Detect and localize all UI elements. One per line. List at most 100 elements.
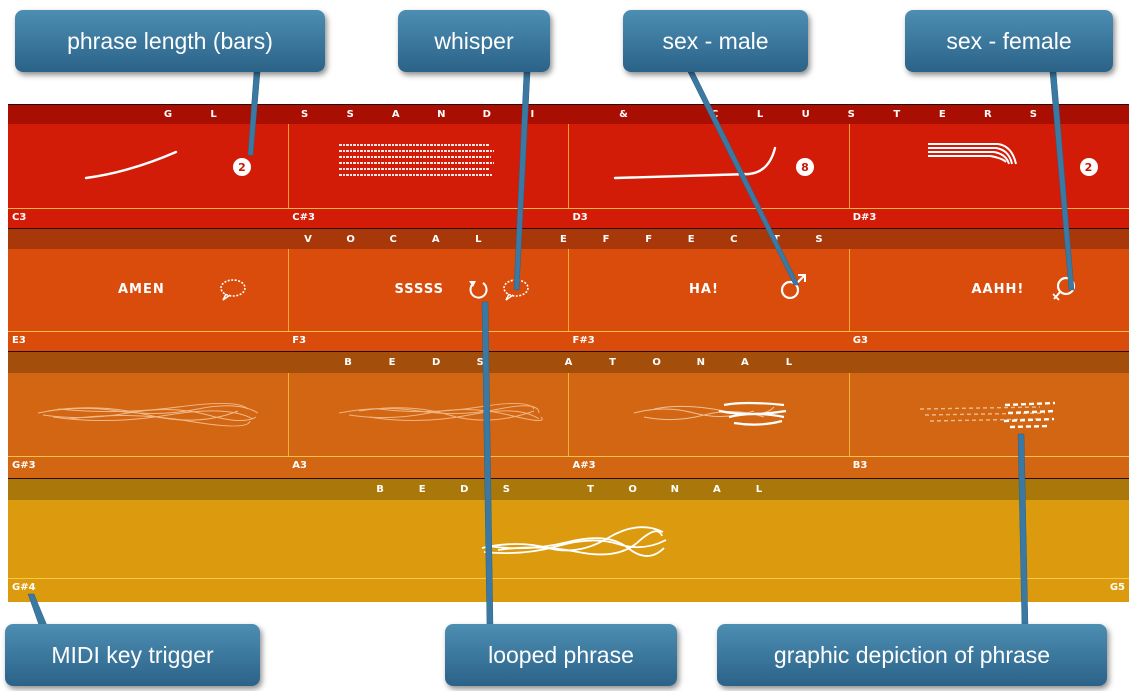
header-letter: E [687, 233, 695, 245]
phrase-text: AMEN [118, 282, 165, 297]
glissando-fall-graphic [927, 143, 1017, 165]
header-letter: L [755, 484, 763, 495]
female-symbol-icon [1051, 276, 1075, 301]
header-letter: O [346, 233, 355, 245]
pad-row-vocal-effects: AMEN SSSSS HA! AAHH! [8, 249, 1129, 331]
midi-key-label: E3 [12, 335, 26, 346]
header-letter: O [628, 484, 637, 495]
phrase-length-badge: 2 [233, 158, 251, 176]
atonal-bed-graphic [338, 403, 543, 422]
header-letter: A [713, 484, 721, 495]
header-letter: C [730, 233, 738, 245]
midi-key-label: B3 [852, 460, 868, 471]
pad-g-sharp-3[interactable] [8, 373, 289, 456]
header-letter: C [710, 109, 719, 120]
header-letter: F [645, 233, 653, 245]
midi-key-label: C3 [12, 212, 27, 223]
speech-bubble-icon [220, 279, 246, 301]
header-letter: T [772, 233, 780, 245]
midi-key-label: F#3 [572, 335, 595, 346]
section-header-vocal-effects: V O C A L E F F E C T S [8, 228, 1129, 249]
tonal-bed-graphic [481, 526, 667, 557]
header-letter: E [938, 109, 946, 120]
phrase-text: SSSSS [394, 282, 444, 297]
speech-bubble-icon [502, 279, 529, 301]
loop-icon [468, 281, 487, 299]
pad-c-sharp-3[interactable] [289, 124, 569, 208]
callout-whisper: whisper [398, 10, 550, 72]
pad-d3[interactable]: 8 [569, 124, 850, 208]
atonal-bed-graphic [634, 401, 787, 426]
glissando-rise-graphic [613, 146, 777, 180]
section-header-glissandi-clusters: G L S S A N D I & C L U S T E R S [8, 104, 1129, 124]
midi-key-label: A3 [292, 460, 307, 471]
pad-d-sharp-3[interactable]: 2 [850, 124, 1129, 208]
callout-sex-female: sex - female [905, 10, 1113, 72]
header-letter: N [696, 357, 705, 368]
header-letter: B [344, 357, 352, 368]
phrase-length-badge: 8 [796, 158, 814, 176]
header-letter: U [801, 109, 810, 120]
callout-sex-male: sex - male [623, 10, 808, 72]
pad-a3[interactable] [289, 373, 569, 456]
header-letter: L [785, 357, 793, 368]
header-letter: S [346, 109, 354, 120]
key-labels-row-4: G#4 G5 [8, 578, 1129, 602]
header-letter: R [983, 109, 992, 120]
key-labels-row-2: E3 F3 F#3 G3 [8, 331, 1129, 351]
header-letter: N [670, 484, 679, 495]
header-letter: C [389, 233, 397, 245]
instrument-panel: G L S S A N D I & C L U S T E R S 2 8 2 … [8, 104, 1129, 604]
pad-b3[interactable] [850, 373, 1129, 456]
pad-a-sharp-3[interactable] [569, 373, 850, 456]
midi-key-label: D3 [572, 212, 588, 223]
callout-looped-phrase: looped phrase [445, 624, 677, 686]
pad-e3[interactable]: AMEN [8, 249, 289, 331]
header-letter: T [587, 484, 594, 495]
header-letter: A [391, 109, 400, 120]
header-letter: E [560, 233, 567, 245]
midi-key-label: F3 [292, 335, 307, 346]
header-letter: L [210, 109, 217, 120]
header-letter: A [431, 233, 440, 245]
header-letter: S [1029, 109, 1037, 120]
header-letter: D [432, 357, 441, 368]
header-letter: D [482, 109, 491, 120]
section-header-beds-tonal: B E D S T O N A L [8, 478, 1129, 500]
header-letter: G [163, 109, 173, 120]
midi-key-label: G5 [1109, 582, 1125, 593]
section-header-beds-atonal: B E D S A T O N A L [8, 351, 1129, 373]
header-letter: S [476, 357, 484, 368]
pad-row-beds-atonal [8, 373, 1129, 456]
header-letter: T [893, 109, 901, 120]
header-letter: V [304, 233, 312, 245]
phrase-text: HA! [689, 282, 719, 297]
phrase-text: AAHH! [971, 282, 1025, 297]
atonal-bed-graphic [38, 402, 259, 427]
midi-key-label: G3 [852, 335, 868, 346]
header-letter: E [388, 357, 396, 368]
pad-f3[interactable]: SSSSS [289, 249, 569, 331]
header-letter: B [376, 484, 384, 495]
midi-key-label: G#4 [12, 582, 36, 593]
header-letter: T [609, 357, 616, 368]
callout-graphic-depiction: graphic depiction of phrase [717, 624, 1107, 686]
pad-g-sharp-4[interactable] [8, 500, 1129, 578]
header-letter: L [756, 109, 764, 120]
midi-key-label: C#3 [292, 212, 315, 223]
header-letter: S [815, 233, 823, 245]
pad-row-beds-tonal [8, 500, 1129, 578]
header-letter: S [847, 109, 855, 120]
pad-f-sharp-3[interactable]: HA! [569, 249, 850, 331]
pad-g3[interactable]: AAHH! [850, 249, 1129, 331]
callout-midi-key-trigger: MIDI key trigger [5, 624, 260, 686]
pad-c3[interactable]: 2 [8, 124, 289, 208]
header-letter: O [652, 357, 661, 368]
glissando-up-graphic [84, 150, 178, 180]
cluster-lines-graphic [338, 144, 494, 176]
midi-key-label: G#3 [12, 460, 36, 471]
header-letter: A [740, 357, 749, 368]
male-symbol-icon [780, 274, 806, 300]
header-letter: N [437, 109, 446, 120]
header-letter: A [564, 357, 573, 368]
